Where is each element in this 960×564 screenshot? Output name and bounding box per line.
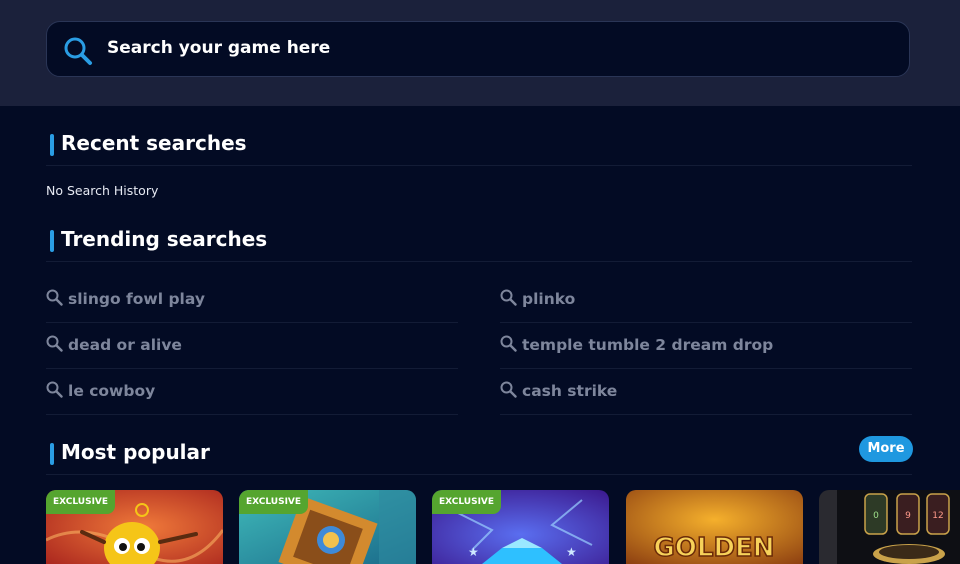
exclusive-badge: EXCLUSIVE — [46, 490, 116, 514]
trending-item[interactable]: dead or alive — [46, 322, 458, 369]
game-tile[interactable]: ★ ★ EXCLUSIVE — [432, 490, 609, 564]
more-button[interactable]: More — [859, 436, 913, 462]
section-accent-bar — [50, 443, 54, 465]
section-accent-bar — [50, 230, 54, 252]
game-thumbnail: 0 9 12 — [819, 490, 960, 564]
trending-item-label: cash strike — [522, 382, 618, 400]
search-icon — [46, 335, 63, 352]
most-popular-header: Most popular — [46, 426, 912, 475]
trending-item[interactable]: plinko — [500, 276, 912, 323]
trending-item[interactable]: temple tumble 2 dream drop — [500, 322, 912, 369]
svg-text:★: ★ — [566, 545, 577, 559]
game-thumbnail: GOLDEN — [626, 490, 803, 564]
trending-item-label: plinko — [522, 290, 576, 308]
reel-number: 12 — [932, 511, 943, 521]
search-icon — [46, 289, 63, 306]
search-icon — [500, 381, 517, 398]
search-input[interactable]: Search your game here — [46, 21, 910, 77]
no-search-history: No Search History — [46, 183, 159, 198]
trending-searches-title: Trending searches — [61, 227, 268, 251]
reel-number: 0 — [873, 511, 879, 521]
trending-item-label: slingo fowl play — [68, 290, 205, 308]
search-icon — [64, 37, 92, 65]
search-icon — [500, 289, 517, 306]
game-tile[interactable]: GOLDEN — [626, 490, 803, 564]
trending-searches-header: Trending searches — [46, 213, 912, 262]
svg-text:★: ★ — [468, 545, 479, 559]
trending-item-label: dead or alive — [68, 336, 182, 354]
game-tile[interactable]: EXCLUSIVE — [46, 490, 223, 564]
section-accent-bar — [50, 134, 54, 156]
exclusive-badge: EXCLUSIVE — [432, 490, 502, 514]
game-art-title: GOLDEN — [653, 533, 774, 563]
search-icon — [46, 381, 63, 398]
search-placeholder: Search your game here — [107, 38, 331, 58]
recent-searches-title: Recent searches — [61, 131, 247, 155]
reel-number: 9 — [905, 511, 911, 521]
trending-item[interactable]: le cowboy — [46, 368, 458, 415]
search-icon — [500, 335, 517, 352]
search-header: Search your game here — [0, 0, 960, 106]
trending-item[interactable]: cash strike — [500, 368, 912, 415]
recent-searches-header: Recent searches — [46, 117, 912, 166]
trending-item-label: temple tumble 2 dream drop — [522, 336, 774, 354]
trending-item-label: le cowboy — [68, 382, 156, 400]
most-popular-title: Most popular — [61, 440, 210, 464]
trending-item[interactable]: slingo fowl play — [46, 276, 458, 323]
game-tile[interactable]: 0 9 12 — [819, 490, 960, 564]
exclusive-badge: EXCLUSIVE — [239, 490, 309, 514]
game-tile[interactable]: EXCLUSIVE — [239, 490, 416, 564]
